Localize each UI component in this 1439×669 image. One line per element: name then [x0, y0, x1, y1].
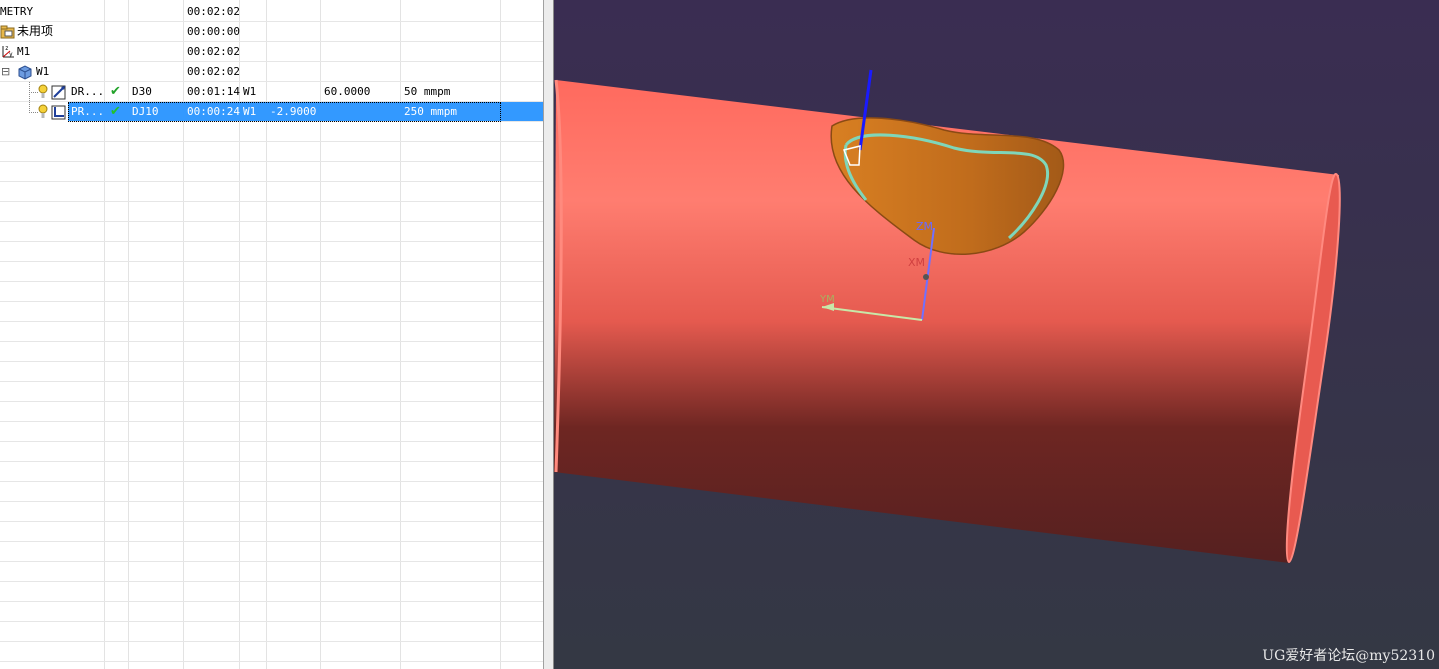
empty-row — [0, 302, 543, 322]
zm-label: ZM — [916, 220, 933, 233]
tree-connector — [29, 82, 30, 113]
empty-row — [0, 342, 543, 362]
row-name: M1 — [17, 45, 31, 58]
empty-row — [0, 222, 543, 242]
drill-operation-icon — [51, 85, 66, 100]
collapse-icon[interactable]: ⊟ — [1, 62, 10, 81]
row-name: DR... — [71, 85, 105, 98]
row-time: 00:01:14 — [187, 85, 240, 98]
empty-row — [0, 602, 543, 622]
empty-row — [0, 502, 543, 522]
xm-label: XM — [908, 256, 925, 269]
profile-operation-icon — [51, 105, 66, 120]
row-depth: 60.0000 — [324, 85, 371, 98]
mcs-origin-marker — [923, 274, 929, 280]
row-feed: 50 mmpm — [404, 85, 451, 98]
lightbulb-icon — [38, 104, 48, 118]
row-time: 00:02:02 — [187, 65, 240, 78]
ym-label: YM — [819, 294, 835, 305]
workpiece-icon — [18, 65, 32, 80]
empty-row — [0, 322, 543, 342]
empty-row — [0, 182, 543, 202]
tree-row-unused-items[interactable]: 未用项 00:00:00 — [0, 22, 543, 42]
row-tool: D30 — [132, 85, 152, 98]
empty-row — [0, 622, 543, 642]
graphics-viewport[interactable]: ZM XM YM — [554, 0, 1439, 669]
empty-row — [0, 422, 543, 442]
row-name: METRY — [0, 5, 34, 18]
tree-row-workpiece[interactable]: ⊟ W1 00:02:02 — [0, 62, 543, 82]
folder-icon — [0, 25, 15, 39]
empty-row — [0, 382, 543, 402]
focus-outline — [68, 102, 501, 122]
empty-row — [0, 642, 543, 662]
tree-row-mcs[interactable]: zy M1 00:02:02 — [0, 42, 543, 62]
empty-row — [0, 562, 543, 582]
lightbulb-icon — [38, 84, 48, 98]
tree-row-operation-drill[interactable]: DR... ✔ D30 00:01:14 W1 60.0000 50 mmpm — [0, 82, 543, 102]
empty-row — [0, 142, 543, 162]
empty-row — [0, 122, 543, 142]
empty-row — [0, 662, 543, 669]
pane-splitter[interactable] — [543, 0, 554, 669]
empty-row — [0, 542, 543, 562]
coordinate-system-icon: zy — [2, 45, 14, 58]
tree-connector — [29, 112, 38, 113]
empty-row — [0, 282, 543, 302]
empty-row — [0, 402, 543, 422]
empty-row — [0, 162, 543, 182]
row-geometry: W1 — [243, 85, 257, 98]
row-name: W1 — [36, 65, 50, 78]
empty-row — [0, 362, 543, 382]
empty-row — [0, 202, 543, 222]
empty-row — [0, 442, 543, 462]
row-time: 00:02:02 — [187, 5, 240, 18]
tree-connector — [29, 92, 38, 93]
check-icon: ✔ — [110, 84, 121, 99]
watermark: UG爱好者论坛@my52310 — [1262, 648, 1435, 664]
tree-row-geometry[interactable]: METRY 00:02:02 — [0, 2, 543, 22]
empty-row — [0, 262, 543, 282]
model-view[interactable]: ZM XM YM — [554, 0, 1439, 669]
row-time: 00:02:02 — [187, 45, 240, 58]
empty-row — [0, 482, 543, 502]
empty-row — [0, 582, 543, 602]
operation-navigator: METRY 00:02:02 未用项 00:00:00 zy M1 00:02:… — [0, 0, 543, 669]
svg-text:y: y — [9, 51, 13, 58]
empty-row — [0, 242, 543, 262]
row-name: 未用项 — [17, 24, 54, 38]
row-time: 00:00:00 — [187, 25, 240, 38]
empty-row — [0, 522, 543, 542]
empty-row — [0, 462, 543, 482]
